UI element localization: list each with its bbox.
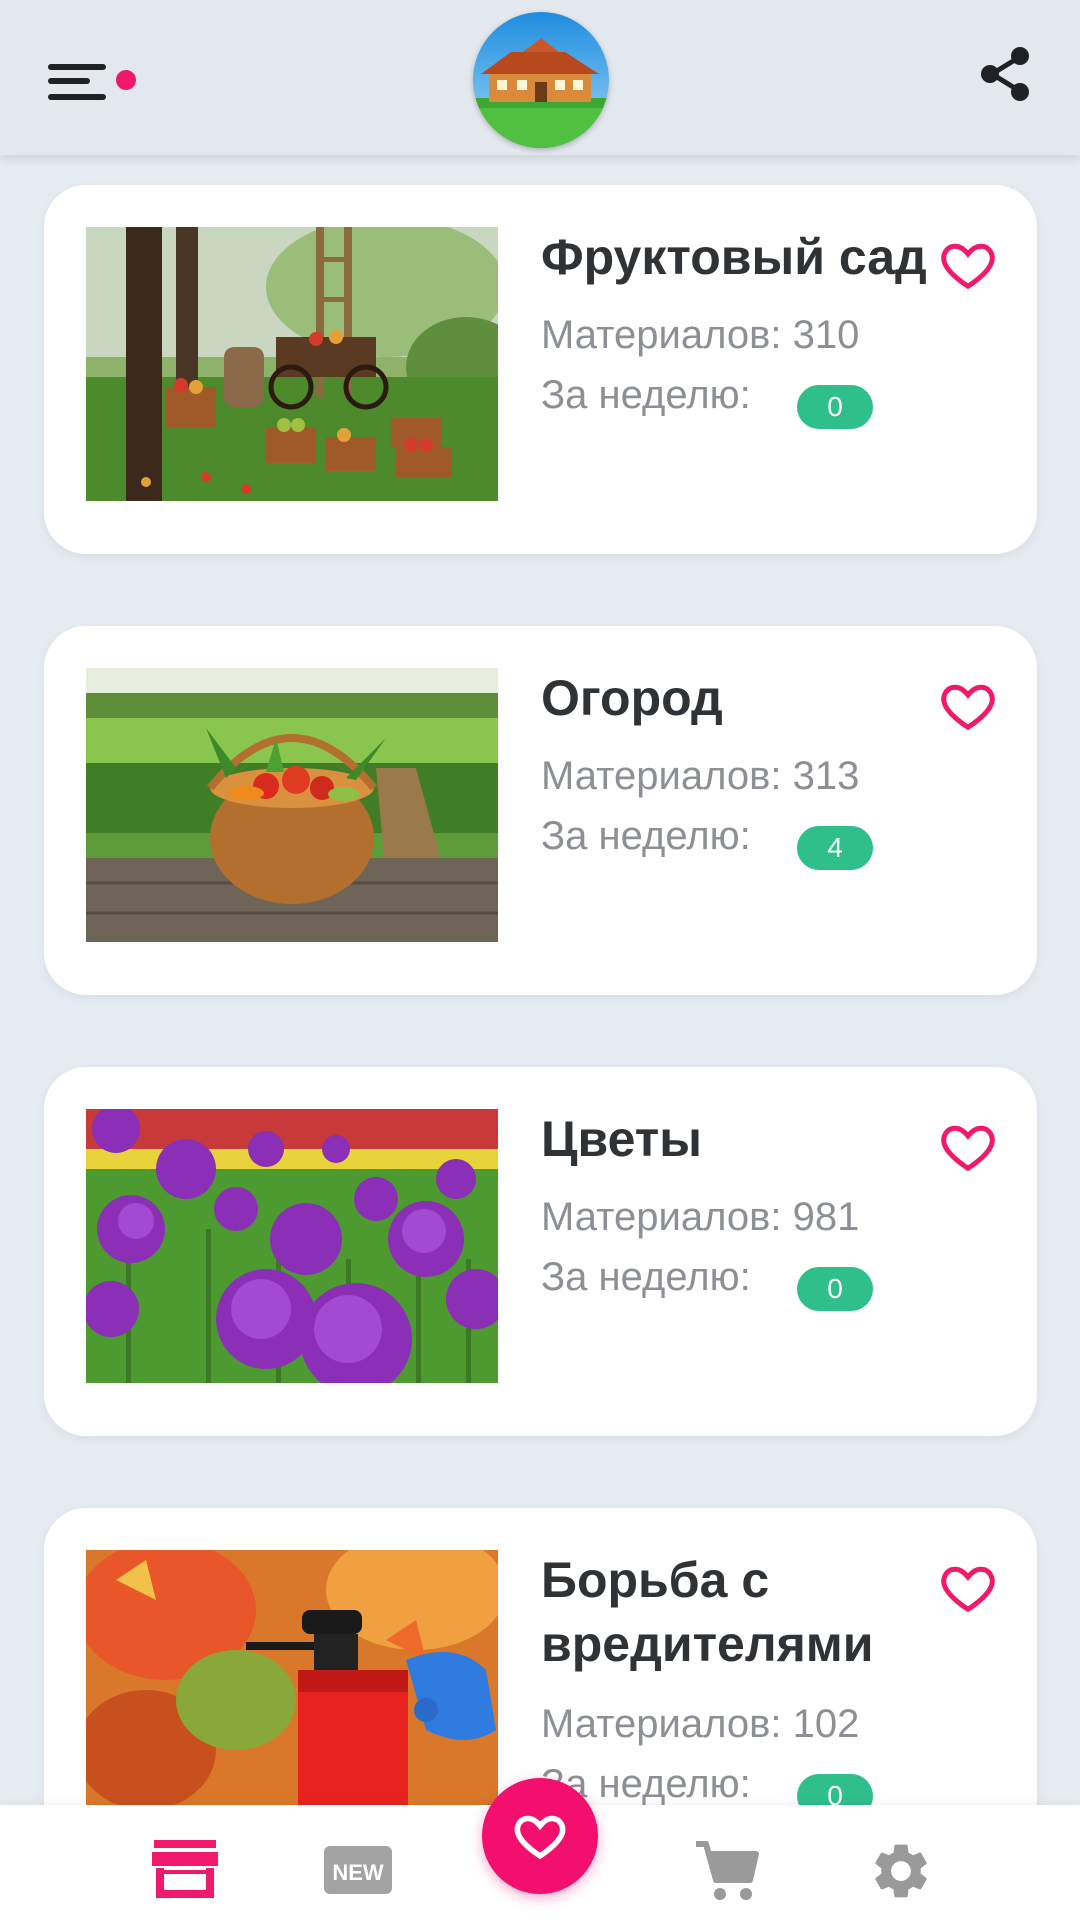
heart-outline-icon bbox=[941, 243, 995, 290]
category-card-vegetable-garden[interactable]: Огород Материалов: 313 За неделю: 4 bbox=[44, 626, 1037, 995]
category-title: Борьба с вредителями bbox=[541, 1552, 874, 1672]
menu-icon-line bbox=[48, 94, 106, 100]
new-badge-icon: NEW bbox=[324, 1846, 392, 1894]
heart-outline-icon bbox=[941, 1566, 995, 1613]
pest-control-photo bbox=[86, 1550, 498, 1805]
favorite-button[interactable] bbox=[938, 676, 998, 736]
week-count-badge: 0 bbox=[797, 385, 873, 429]
settings-gear-icon bbox=[875, 1844, 927, 1898]
top-app-bar bbox=[0, 0, 1080, 155]
cart-icon bbox=[696, 1841, 759, 1900]
category-title: Огород bbox=[541, 670, 723, 726]
orchard-photo bbox=[86, 227, 498, 501]
materials-count: Материалов: 102 bbox=[541, 1702, 860, 1746]
week-label: За неделю: bbox=[541, 814, 751, 858]
category-card-flowers[interactable]: Цветы Материалов: 981 За неделю: 0 bbox=[44, 1067, 1037, 1436]
notification-dot bbox=[116, 70, 136, 90]
category-list: Фруктовый сад Материалов: 310 За неделю:… bbox=[0, 155, 1080, 1805]
week-count-badge: 4 bbox=[797, 826, 873, 870]
category-card-pest-control[interactable]: Борьба с вредителями Материалов: 102 За … bbox=[44, 1508, 1037, 1805]
category-title: Фруктовый сад bbox=[541, 229, 927, 285]
share-button[interactable] bbox=[978, 46, 1034, 102]
favorite-button[interactable] bbox=[938, 235, 998, 295]
favorite-button[interactable] bbox=[938, 1558, 998, 1618]
menu-button[interactable] bbox=[44, 58, 144, 114]
materials-count: Материалов: 313 bbox=[541, 754, 860, 798]
category-card-orchard[interactable]: Фруктовый сад Материалов: 310 За неделю:… bbox=[44, 185, 1037, 554]
week-count-badge: 0 bbox=[797, 1267, 873, 1311]
share-icon bbox=[981, 47, 1029, 101]
nav-store[interactable] bbox=[150, 1838, 220, 1900]
week-label: За неделю: bbox=[541, 373, 751, 417]
house-logo bbox=[473, 12, 609, 148]
favorite-button[interactable] bbox=[938, 1117, 998, 1177]
week-label: За неделю: bbox=[541, 1255, 751, 1299]
menu-icon-line bbox=[48, 78, 90, 84]
new-badge-text: NEW bbox=[332, 1860, 384, 1885]
materials-count: Материалов: 981 bbox=[541, 1195, 860, 1239]
flowers-photo bbox=[86, 1109, 498, 1383]
nav-new[interactable]: NEW bbox=[322, 1838, 394, 1900]
week-count-badge: 0 bbox=[797, 1774, 873, 1805]
nav-cart[interactable] bbox=[692, 1838, 762, 1900]
favorites-fab-button[interactable] bbox=[482, 1778, 598, 1894]
nav-settings[interactable] bbox=[868, 1838, 934, 1904]
materials-count: Материалов: 310 bbox=[541, 313, 860, 357]
menu-icon bbox=[48, 64, 106, 70]
favorites-heart-icon bbox=[514, 1815, 566, 1860]
store-icon bbox=[152, 1840, 218, 1898]
category-title: Цветы bbox=[541, 1111, 702, 1167]
heart-outline-icon bbox=[941, 684, 995, 731]
heart-outline-icon bbox=[941, 1125, 995, 1172]
vegetable-garden-photo bbox=[86, 668, 498, 942]
